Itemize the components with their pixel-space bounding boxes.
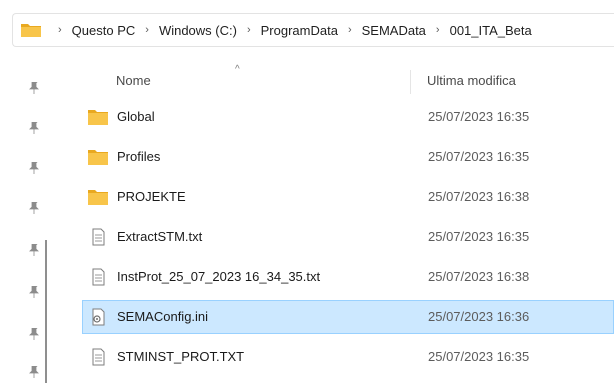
- pin-icon[interactable]: [29, 366, 39, 378]
- text-file-icon: [92, 348, 105, 366]
- file-row-projekte[interactable]: PROJEKTE 25/07/2023 16:38: [82, 180, 614, 214]
- file-name: STMINST_PROT.TXT: [117, 349, 245, 364]
- file-modified: 25/07/2023 16:38: [428, 189, 530, 204]
- folder-icon: [88, 150, 108, 165]
- breadcrumb-item-semadata[interactable]: SEMAData: [360, 23, 428, 38]
- sort-ascending-icon: ^: [235, 64, 240, 75]
- pin-icon[interactable]: [29, 162, 39, 174]
- pin-icon[interactable]: [29, 286, 39, 298]
- file-modified: 25/07/2023 16:35: [428, 349, 530, 364]
- breadcrumb-item-programdata[interactable]: ProgramData: [259, 23, 340, 38]
- file-modified: 25/07/2023 16:38: [428, 269, 530, 284]
- breadcrumb-item-questo-pc[interactable]: Questo PC: [70, 23, 138, 38]
- folder-icon: [88, 110, 108, 125]
- file-list: Global 25/07/2023 16:35 Profiles 25/07/2…: [82, 100, 614, 380]
- column-header: ^ Nome Ultima modifica: [82, 62, 614, 100]
- file-modified: 25/07/2023 16:35: [428, 109, 530, 124]
- address-bar: › Questo PC › Windows (C:) › ProgramData…: [0, 0, 614, 62]
- file-row-profiles[interactable]: Profiles 25/07/2023 16:35: [82, 140, 614, 174]
- file-modified: 25/07/2023 16:36: [428, 309, 530, 324]
- column-divider[interactable]: [410, 70, 411, 94]
- pin-icon[interactable]: [29, 122, 39, 134]
- pin-icon[interactable]: [29, 244, 39, 256]
- chevron-right-icon[interactable]: ›: [340, 24, 360, 36]
- chevron-right-icon[interactable]: ›: [137, 24, 157, 36]
- file-name: InstProt_25_07_2023 16_34_35.txt: [117, 269, 321, 284]
- file-row-instprot[interactable]: InstProt_25_07_2023 16_34_35.txt 25/07/2…: [82, 260, 614, 294]
- chevron-right-icon[interactable]: ›: [50, 24, 70, 36]
- column-header-name[interactable]: Nome: [116, 73, 151, 88]
- file-row-stminst-prot[interactable]: STMINST_PROT.TXT 25/07/2023 16:35: [82, 340, 614, 374]
- file-name: ExtractSTM.txt: [117, 229, 203, 244]
- chevron-right-icon[interactable]: ›: [239, 24, 259, 36]
- file-name: SEMAConfig.ini: [117, 309, 209, 324]
- text-file-icon: [92, 228, 105, 246]
- breadcrumb-item-windows-c[interactable]: Windows (C:): [157, 23, 239, 38]
- file-name: Global: [117, 109, 155, 124]
- folder-icon: [88, 190, 108, 205]
- pin-icon[interactable]: [29, 202, 39, 214]
- file-row-semaconfig[interactable]: SEMAConfig.ini 25/07/2023 16:36: [82, 300, 614, 334]
- file-row-extractstm[interactable]: ExtractSTM.txt 25/07/2023 16:35: [82, 220, 614, 254]
- file-name: PROJEKTE: [117, 189, 186, 204]
- folder-icon: [21, 24, 41, 37]
- column-header-modified[interactable]: Ultima modifica: [427, 73, 516, 88]
- file-modified: 25/07/2023 16:35: [428, 229, 530, 244]
- quick-access-pins: [0, 62, 62, 383]
- pin-icon[interactable]: [29, 328, 39, 340]
- chevron-right-icon[interactable]: ›: [428, 24, 448, 36]
- file-row-global[interactable]: Global 25/07/2023 16:35: [82, 100, 614, 134]
- file-name: Profiles: [117, 149, 161, 164]
- text-file-icon: [92, 268, 105, 286]
- breadcrumb-item-001-ita-beta[interactable]: 001_ITA_Beta: [448, 23, 534, 38]
- config-file-icon: [92, 308, 105, 326]
- scrollbar[interactable]: [45, 240, 47, 383]
- breadcrumb[interactable]: › Questo PC › Windows (C:) › ProgramData…: [12, 13, 614, 47]
- pin-icon[interactable]: [29, 82, 39, 94]
- file-modified: 25/07/2023 16:35: [428, 149, 530, 164]
